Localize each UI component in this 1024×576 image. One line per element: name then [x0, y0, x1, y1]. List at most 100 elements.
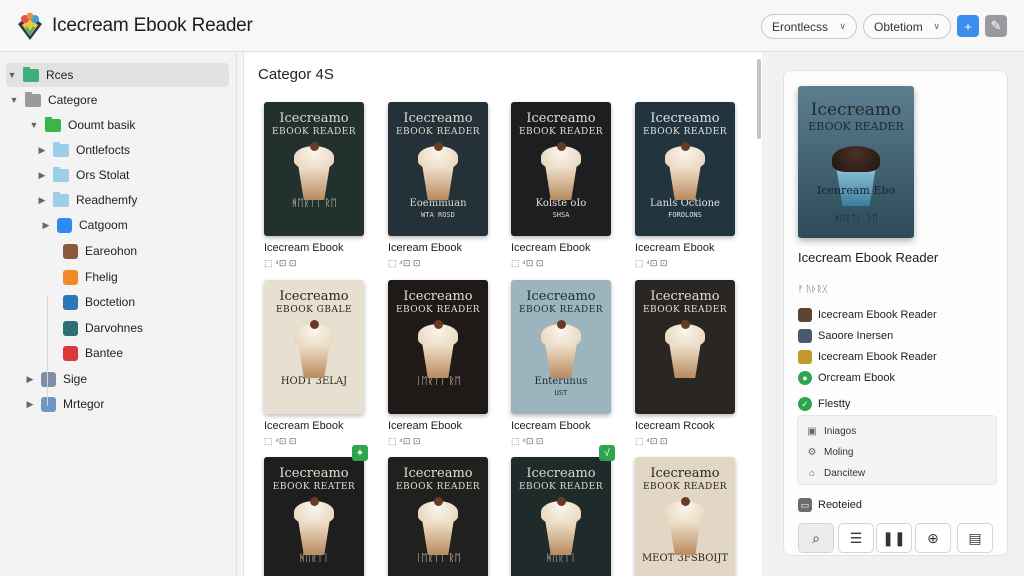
book-cover[interactable]: Icecreamo EBOOK READER Enterunus UST: [511, 280, 611, 414]
settings-icon: ⚙: [807, 446, 817, 458]
green-folder-icon: [45, 116, 61, 132]
edit-icon: ✎: [990, 18, 1002, 33]
plus-circle-button[interactable]: ⊕: [915, 523, 951, 553]
book-meta: ⬚ ⁴⊡ ⊡: [635, 258, 668, 268]
search-icon: ⌕: [812, 529, 820, 546]
book-meta: ⬚ ⁴⊡ ⊡: [388, 436, 421, 446]
icecream-topping-image: [681, 142, 690, 151]
book-title: Icecream Ebook: [264, 242, 344, 254]
book-cover[interactable]: Icecreamo EBOOK REATER ᚻᛖᚱᛏᛁ: [264, 457, 364, 576]
book-cover-subtitle: EBOOK READER: [518, 305, 604, 315]
category-folder-icon: [25, 91, 41, 107]
scrollbar[interactable]: [757, 59, 761, 139]
book-cover[interactable]: Icecreamo EBOOK READER ᛁᛖᚱᛏᛁ ᚱᛖ: [388, 280, 488, 414]
gift-icon: [63, 345, 78, 361]
edit-button[interactable]: ✎: [985, 15, 1007, 37]
book-cover[interactable]: Icecreamo EBOOK READER MEOT 3FSBOIJT: [635, 457, 735, 576]
book-cover-subtitle: EBOOK GBALE: [275, 305, 353, 315]
view-select-value: Obtetiom: [874, 19, 923, 34]
caret-right-icon[interactable]: ▶: [36, 195, 48, 206]
sidebar-item-label: Categore: [48, 93, 98, 107]
caret-right-icon[interactable]: ▶: [36, 170, 48, 181]
details-row-label: Flestty: [818, 398, 851, 410]
sidebar-item-9[interactable]: Fhelig: [46, 265, 118, 289]
book-cover-subtitle: EBOOK READER: [518, 482, 604, 492]
caret-down-icon[interactable]: ▼: [8, 95, 20, 105]
book-meta: ⬚ ⁴⊡ ⊡: [264, 258, 297, 268]
book-cover[interactable]: Icecreamo EBOOK READER: [635, 280, 735, 414]
book-meta: ⬚ ⁴⊡ ⊡: [511, 258, 544, 268]
sort-select[interactable]: Erontlecss ∨: [761, 14, 857, 39]
caret-right-icon[interactable]: ▶: [36, 145, 48, 156]
book-cover[interactable]: Icecreamo EBOOK READER Kolste oIo SHSA: [511, 102, 611, 236]
details-option[interactable]: ⌂ Dancitew: [806, 464, 865, 482]
details-row[interactable]: ✓ Flestty: [798, 395, 850, 413]
details-option[interactable]: ▣ Iniagos: [806, 422, 856, 440]
sidebar-item-6[interactable]: ▶ Readhemfy: [36, 188, 137, 212]
sidebar-item-3[interactable]: ▼ Ooumt basik: [28, 113, 135, 137]
sidebar-item-label: Fhelig: [85, 270, 118, 284]
note-button[interactable]: ▤: [957, 523, 993, 553]
caret-down-icon[interactable]: ▼: [28, 120, 40, 130]
sidebar-item-10[interactable]: Boctetion: [46, 290, 135, 314]
details-cover-subtitle: EBOOK READER: [808, 120, 904, 133]
book-cover-subtitle: EBOOK REATER: [272, 482, 356, 492]
details-row[interactable]: Icecream Ebook Reader: [798, 348, 937, 366]
sidebar-item-label: Bantee: [85, 346, 124, 360]
book-cover-title: Icecreamo: [279, 466, 349, 481]
book-cover[interactable]: Icecreamo EBOOK READER ᚻᛖᚱᛏᛁ ᚱᛖ: [264, 102, 364, 236]
sidebar-item-label: Readhemfy: [76, 193, 138, 207]
sidebar-item-7[interactable]: ▶ Catgoom: [40, 213, 128, 237]
details-option[interactable]: ⚙ Moling: [806, 443, 854, 461]
book-cover-subtitle: EBOOK READER: [271, 127, 357, 137]
icecream-cup-image: [422, 519, 454, 555]
book-cover[interactable]: Icecreamo EBOOK READER ᛁᛖᚱᛏᛁ ᚱᛖ: [388, 457, 488, 576]
details-row-label: Icecream Ebook Reader: [818, 351, 937, 363]
app-header: Icecream Ebook Reader Erontlecss ∨ Obtet…: [0, 0, 1024, 52]
book-cover-title: Icecreamo: [650, 466, 720, 481]
list-button[interactable]: ☰: [838, 523, 874, 553]
book-cover[interactable]: Icecreamo EBOOK READER Lanls Octione FOROLO…: [635, 102, 735, 236]
book-cover[interactable]: Icecreamo EBOOK GBALE HODT 3ELAJ: [264, 280, 364, 414]
caret-down-icon[interactable]: ▼: [6, 70, 18, 80]
view-select[interactable]: Obtetiom ∨: [863, 14, 951, 39]
book-cover-bottom2: FOROLONS: [668, 211, 702, 219]
book-meta: ⬚ ⁴⊡ ⊡: [264, 436, 297, 446]
book-cover-title: Icecreamo: [279, 289, 349, 304]
add-button[interactable]: +: [957, 15, 979, 37]
book-meta: ⬚ ⁴⊡ ⊡: [511, 436, 544, 446]
sidebar-item-2[interactable]: ▼ Categore: [8, 88, 97, 112]
icecream-topping-image: [557, 142, 566, 151]
note-icon: ▤: [968, 529, 982, 546]
sidebar-item-8[interactable]: Eareohon: [46, 239, 137, 263]
list-icon: ☰: [849, 529, 863, 546]
sidebar-item-11[interactable]: Darvohnes: [46, 316, 143, 340]
caret-right-icon[interactable]: ▶: [40, 220, 52, 231]
details-option-label: Dancitew: [824, 467, 866, 479]
book-cover[interactable]: Icecreamo EBOOK READER ᚻᛖᚱᛏᛁ: [511, 457, 611, 576]
icecream-cup-image: [669, 519, 701, 555]
book-cover[interactable]: Icecreamo EBOOK READER Eoemmuan WTA ROSD: [388, 102, 488, 236]
sidebar-item-5[interactable]: ▶ Ors Stolat: [36, 163, 129, 187]
caret-right-icon[interactable]: ▶: [24, 399, 36, 410]
book-stack-icon: [798, 329, 812, 343]
sidebar-item-1[interactable]: ▼ Rces: [6, 63, 229, 87]
details-row[interactable]: Icecream Ebook Reader: [798, 306, 937, 324]
sidebar-item-4[interactable]: ▶ Ontlefocts: [36, 138, 130, 162]
sidebar-item-label: Ontlefocts: [76, 143, 131, 157]
details-footer-row[interactable]: ▭ Reoteied: [798, 496, 862, 514]
details-cover[interactable]: Icecreamo EBOOK READER Icenream Ebo ᚻᛖᚱᛏ…: [798, 86, 914, 238]
caret-right-icon[interactable]: ▶: [24, 374, 36, 385]
details-card: Icecreamo EBOOK READER Icenream Ebo ᚻᛖᚱᛏ…: [783, 70, 1008, 556]
search-button[interactable]: ⌕: [798, 523, 834, 553]
details-row[interactable]: Saoore Inersen: [798, 327, 893, 345]
pause-button[interactable]: ❚❚: [876, 523, 912, 553]
sidebar-item-12[interactable]: Bantee: [46, 341, 123, 365]
icecream-cup-image: [545, 342, 577, 378]
details-row[interactable]: ● Orcream Ebook: [798, 369, 895, 387]
sidebar-item-14[interactable]: ▶ Mrtegor: [24, 392, 104, 416]
sidebar-item-13[interactable]: ▶ Sige: [24, 367, 87, 391]
book-cover-title: Icecreamo: [403, 111, 473, 126]
book-title: Icecream Ebook: [635, 242, 715, 254]
sort-select-value: Erontlecss: [772, 19, 829, 34]
